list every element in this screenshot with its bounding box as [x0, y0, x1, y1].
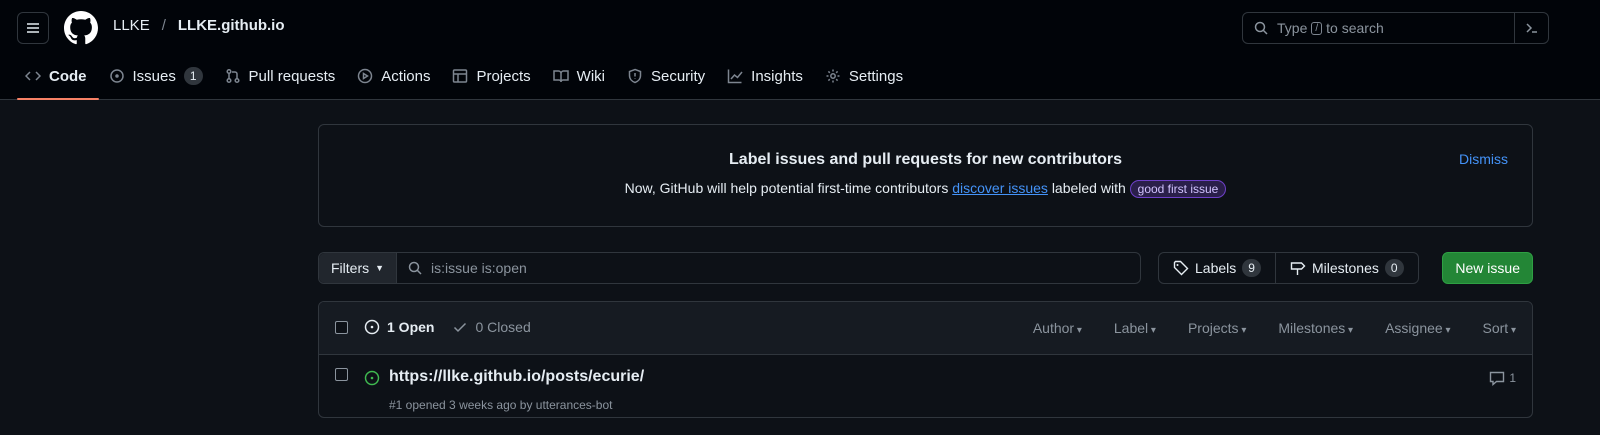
- caret-down-icon: ▼: [375, 263, 385, 273]
- open-count: 1 Open: [387, 319, 435, 335]
- github-logo-icon[interactable]: [64, 11, 98, 45]
- issue-opened-icon: [109, 69, 124, 83]
- issue-comments-link[interactable]: 1: [1489, 370, 1516, 386]
- tab-label: Actions: [381, 67, 431, 85]
- tab-actions[interactable]: Actions: [349, 60, 442, 92]
- comment-icon: [1490, 371, 1505, 386]
- sort-dropdown[interactable]: Sort: [1483, 320, 1517, 336]
- tab-label: Pull requests: [248, 67, 336, 85]
- tab-label: Issues: [132, 67, 176, 85]
- issues-counter: 1: [183, 67, 203, 85]
- tab-pull-requests[interactable]: Pull requests: [217, 60, 348, 92]
- filters-toolbar: Filters ▼ is:issue is:open Labels 9 Mile…: [318, 252, 1533, 284]
- breadcrumb-owner[interactable]: LLKE: [113, 17, 150, 34]
- comment-count: 1: [1509, 371, 1516, 385]
- contributors-banner: Label issues and pull requests for new c…: [318, 124, 1533, 227]
- milestones-label: Milestones: [1311, 260, 1379, 276]
- app-header: LLKE / LLKE.github.io Type / to search C…: [0, 0, 1600, 100]
- closed-issues-toggle[interactable]: 0 Closed: [452, 319, 531, 335]
- labels-button[interactable]: Labels 9: [1159, 253, 1275, 283]
- menu-button[interactable]: [17, 12, 49, 44]
- issue-opened-icon: [364, 319, 380, 335]
- author-dropdown[interactable]: Author: [1033, 320, 1082, 336]
- tab-label: Security: [650, 67, 706, 85]
- dismiss-button[interactable]: Dismiss: [1459, 151, 1508, 167]
- banner-desc-pre: Now, GitHub will help potential first-ti…: [624, 180, 949, 196]
- banner-title: Label issues and pull requests for new c…: [729, 151, 1122, 168]
- breadcrumb-separator: /: [161, 17, 166, 34]
- command-palette-button[interactable]: [1514, 13, 1548, 43]
- tab-code[interactable]: Code: [17, 60, 99, 100]
- banner-desc-post: labeled with: [1051, 180, 1126, 196]
- issue-opened-icon: [364, 370, 380, 386]
- tab-insights[interactable]: Insights: [719, 60, 815, 92]
- issue-filter-bar: Filters ▼ is:issue is:open: [318, 252, 1141, 284]
- search-icon: [1254, 21, 1268, 35]
- git-pull-request-icon: [225, 68, 240, 84]
- tab-label: Projects: [476, 67, 531, 85]
- issues-list: 1 Open 0 Closed Author Label Projects Mi…: [318, 301, 1533, 418]
- good-first-issue-label[interactable]: good first issue: [1129, 180, 1227, 198]
- issue-checkbox[interactable]: [335, 368, 348, 381]
- assignee-dropdown[interactable]: Assignee: [1385, 320, 1450, 336]
- issue-meta: #1 opened 3 weeks ago by utterances-bot: [389, 398, 613, 412]
- tab-label: Settings: [848, 67, 904, 85]
- shield-icon: [628, 68, 642, 84]
- breadcrumb-repo[interactable]: LLKE.github.io: [178, 17, 285, 34]
- issue-title-link[interactable]: https://llke.github.io/posts/ecurie/: [389, 368, 644, 386]
- sort-menus: Author Label Projects Milestones Assigne…: [1033, 320, 1516, 336]
- discover-issues-link[interactable]: discover issues: [952, 180, 1048, 196]
- select-all-checkbox[interactable]: [335, 321, 348, 334]
- banner-description: Now, GitHub will help potential first-ti…: [319, 180, 1532, 198]
- issue-search-input[interactable]: is:issue is:open: [397, 260, 527, 276]
- list-item: https://llke.github.io/posts/ecurie/ #1 …: [319, 355, 1532, 417]
- labels-milestones-group: Labels 9 Milestones 0: [1158, 252, 1419, 284]
- milestones-button[interactable]: Milestones 0: [1274, 253, 1418, 283]
- issues-list-header: 1 Open 0 Closed Author Label Projects Mi…: [319, 302, 1532, 355]
- projects-dropdown[interactable]: Projects: [1188, 320, 1246, 336]
- new-issue-button[interactable]: New issue: [1442, 252, 1533, 284]
- repo-nav: Code Issues 1 Pull requests Actions Proj…: [17, 60, 917, 100]
- filters-label: Filters: [331, 260, 370, 276]
- labels-label: Labels: [1195, 260, 1237, 276]
- tab-label: Wiki: [576, 67, 605, 85]
- gear-icon: [826, 69, 840, 83]
- table-icon: [453, 69, 468, 83]
- tab-projects[interactable]: Projects: [444, 60, 542, 92]
- search-placeholder-pre: Type: [1277, 20, 1308, 36]
- milestone-icon: [1290, 262, 1306, 275]
- tab-issues[interactable]: Issues 1: [101, 60, 215, 92]
- label-dropdown[interactable]: Label: [1114, 320, 1156, 336]
- labels-counter: 9: [1242, 259, 1261, 277]
- tab-security[interactable]: Security: [619, 60, 717, 92]
- closed-count: 0 Closed: [475, 319, 531, 335]
- tag-icon: [1173, 260, 1189, 276]
- search-icon: [408, 261, 422, 275]
- code-icon: [25, 71, 41, 81]
- search-shortcut-key: /: [1311, 21, 1323, 35]
- milestones-counter: 0: [1384, 259, 1404, 277]
- search-placeholder-post: to search: [1326, 20, 1384, 36]
- book-icon: [552, 70, 569, 83]
- terminal-icon: [1525, 23, 1537, 33]
- milestones-dropdown[interactable]: Milestones: [1278, 320, 1353, 336]
- open-issues-toggle[interactable]: 1 Open: [364, 319, 434, 335]
- tab-label: Insights: [751, 67, 803, 85]
- graph-icon: [727, 69, 743, 84]
- search-input[interactable]: Type / to search: [1242, 12, 1549, 44]
- tab-settings[interactable]: Settings: [817, 60, 915, 92]
- hamburger-icon: [27, 23, 39, 33]
- issue-state-toggles: 1 Open 0 Closed: [364, 319, 531, 335]
- breadcrumb: LLKE / LLKE.github.io: [113, 17, 285, 34]
- tab-label: Code: [49, 67, 87, 85]
- play-icon: [358, 68, 373, 84]
- issue-search-query: is:issue is:open: [431, 260, 527, 276]
- tab-wiki[interactable]: Wiki: [545, 60, 617, 92]
- filters-dropdown[interactable]: Filters ▼: [319, 253, 398, 283]
- check-icon: [454, 322, 467, 333]
